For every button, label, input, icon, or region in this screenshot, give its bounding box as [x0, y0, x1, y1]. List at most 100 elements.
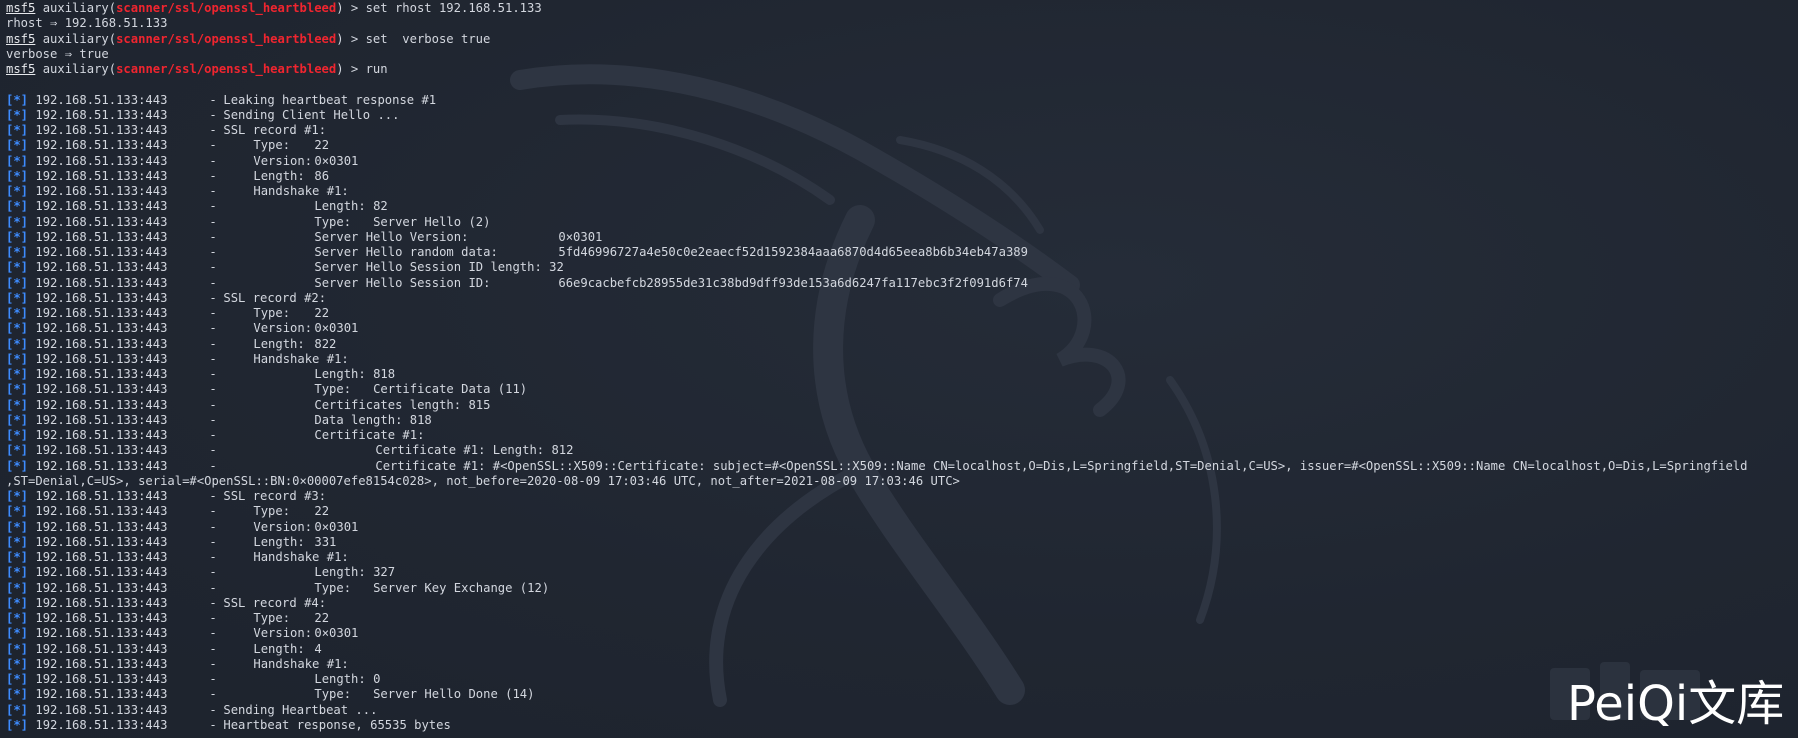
status-tag: [*]	[6, 397, 29, 412]
command-line: msf5 auxiliary(scanner/ssl/openssl_heart…	[6, 62, 388, 76]
separator-dash: -	[209, 184, 217, 198]
separator-dash: -	[209, 123, 217, 137]
log-line: [*] 192.168.51.133:443 - Handshake #1:	[6, 657, 1747, 672]
separator-dash: -	[209, 489, 217, 503]
host-address: 192.168.51.133:443	[35, 199, 168, 214]
separator-dash: -	[209, 702, 217, 717]
host-address: 192.168.51.133:443	[35, 245, 168, 259]
field-label: Server Hello random data:	[314, 245, 498, 259]
log-line: [*] 192.168.51.133:443 - Version: 0×0301	[6, 626, 1747, 641]
host-address: 192.168.51.133:443	[35, 428, 168, 442]
log-line-wrap: ,ST=Denial,C=US>, serial=#<OpenSSL::BN:0…	[6, 474, 1747, 489]
field-value: 22	[314, 306, 330, 320]
log-message: SSL record #2:	[223, 290, 327, 305]
separator-dash: -	[209, 641, 217, 656]
status-tag: [*]	[6, 534, 29, 549]
terminal-window[interactable]: msf5 auxiliary(scanner/ssl/openssl_heart…	[0, 0, 1798, 738]
prompt-label: msf5	[6, 1, 36, 15]
log-message: Handshake #1:	[253, 550, 349, 564]
separator-dash: -	[209, 306, 217, 320]
field-value: 822	[314, 336, 337, 351]
status-tag: [*]	[6, 321, 29, 336]
log-line: [*] 192.168.51.133:443 - Type: 22	[6, 138, 1747, 153]
host-address: 192.168.51.133:443	[35, 184, 168, 198]
field-label: Type:	[314, 214, 352, 229]
separator-dash: -	[209, 336, 217, 351]
log-line: [*] 192.168.51.133:443 - Handshake #1:	[6, 352, 1747, 367]
log-line: [*] 192.168.51.133:443 - Length: 86	[6, 169, 1747, 184]
status-tag: [*]	[6, 382, 29, 397]
log-message: Heartbeat response, 65535 bytes	[223, 717, 451, 732]
separator-dash: -	[209, 351, 217, 366]
log-line: [*] 192.168.51.133:443 - Type: Certificate…	[6, 382, 1747, 397]
field-value: 86	[314, 168, 330, 183]
field-label: Type:	[314, 382, 352, 397]
separator-dash: -	[209, 290, 217, 305]
log-line: [*] 192.168.51.133:443 - Server Hello Sess…	[6, 260, 1747, 275]
status-tag: [*]	[6, 717, 29, 732]
host-address: 192.168.51.133:443	[35, 611, 168, 625]
host-address: 192.168.51.133:443	[35, 519, 168, 534]
log-line: [*] 192.168.51.133:443 - Handshake #1:	[6, 184, 1747, 199]
field-value: 22	[314, 611, 330, 625]
separator-dash: -	[209, 443, 217, 458]
status-tag: [*]	[6, 489, 29, 503]
log-line: [*] 192.168.51.133:443 - Type: Server Hell…	[6, 687, 1747, 702]
field-value: Server Hello Done (14)	[373, 687, 535, 702]
host-address: 192.168.51.133:443	[35, 260, 168, 275]
separator-dash: -	[209, 611, 217, 625]
field-label: Server Hello Version:	[314, 229, 469, 244]
field-value: Server Key Exchange (12)	[373, 580, 550, 595]
separator-dash: -	[209, 580, 217, 595]
host-address: 192.168.51.133:443	[35, 641, 168, 656]
host-address: 192.168.51.133:443	[35, 275, 168, 290]
status-tag: [*]	[6, 214, 29, 229]
command-echo: rhost ⇒ 192.168.51.133	[6, 16, 1747, 31]
separator-dash: -	[209, 245, 217, 259]
host-address: 192.168.51.133:443	[35, 702, 168, 717]
status-tag: [*]	[6, 184, 29, 198]
field-label: Server Hello Session ID:	[314, 275, 491, 290]
command-text: set rhost 192.168.51.133	[365, 1, 542, 15]
host-address: 192.168.51.133:443	[35, 443, 168, 458]
field-value: 0×0301	[558, 229, 603, 244]
log-message: Leaking heartbeat response #1	[223, 92, 437, 107]
host-address: 192.168.51.133:443	[35, 138, 168, 153]
field-value: Server Hello (2)	[373, 214, 491, 229]
host-address: 192.168.51.133:443	[35, 626, 168, 641]
status-tag: [*]	[6, 656, 29, 671]
host-address: 192.168.51.133:443	[35, 687, 168, 702]
prompt-module-path: scanner/ssl/openssl_heartbleed	[116, 1, 337, 15]
separator-dash: -	[209, 626, 217, 641]
host-address: 192.168.51.133:443	[35, 321, 168, 336]
host-address: 192.168.51.133:443	[35, 107, 168, 122]
separator-dash: -	[209, 534, 217, 549]
log-line: [*] 192.168.51.133:443 - Server Hello Sess…	[6, 276, 1747, 291]
log-line: [*] 192.168.51.133:443 - Length: 82	[6, 199, 1747, 214]
field-label: Length:	[314, 199, 366, 214]
field-label: Type:	[253, 306, 291, 320]
log-line: [*] 192.168.51.133:443 - SSL record #4:	[6, 596, 1747, 611]
status-tag: [*]	[6, 687, 29, 702]
separator-dash: -	[209, 595, 217, 610]
separator-dash: -	[209, 138, 217, 153]
status-tag: [*]	[6, 275, 29, 290]
log-line: [*] 192.168.51.133:443 - Length: 0	[6, 672, 1747, 687]
separator-dash: -	[209, 397, 217, 412]
command-line: msf5 auxiliary(scanner/ssl/openssl_heart…	[6, 31, 491, 46]
field-value: 0×0301	[314, 626, 359, 641]
prompt-arrow: >	[350, 31, 359, 46]
log-message: Certificate #1: Length: 812	[375, 443, 574, 458]
status-tag: [*]	[6, 199, 29, 214]
prompt-arrow: >	[350, 1, 359, 15]
separator-dash: -	[209, 214, 217, 229]
field-label: Version:	[253, 519, 313, 534]
watermark-text: PeiQi文库	[1567, 676, 1785, 732]
prompt-module-type: auxiliary	[42, 31, 109, 46]
host-address: 192.168.51.133:443	[35, 580, 168, 595]
field-value: 22	[314, 504, 330, 519]
status-tag: [*]	[6, 245, 29, 259]
status-tag: [*]	[6, 519, 29, 534]
separator-dash: -	[209, 672, 217, 686]
separator-dash: -	[209, 260, 217, 275]
